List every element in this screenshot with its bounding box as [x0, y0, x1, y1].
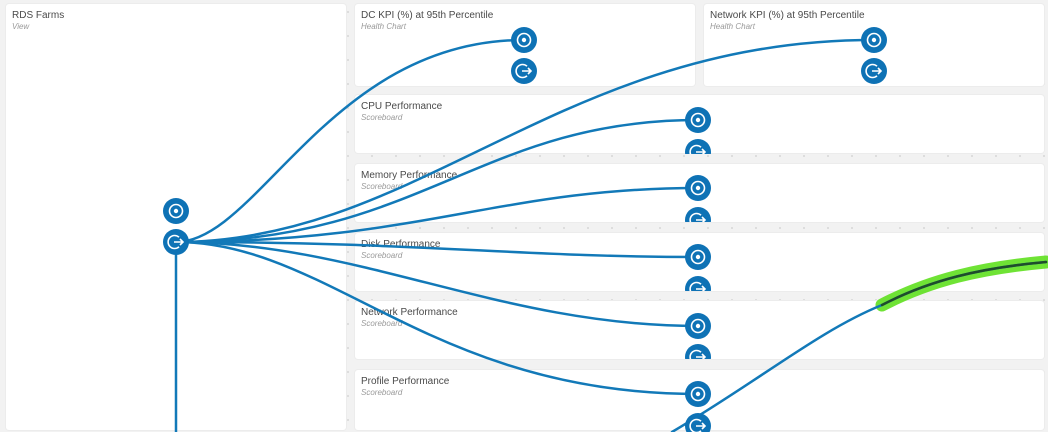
arrow-out-icon[interactable]	[685, 139, 711, 154]
widget-title: Disk Performance	[361, 239, 441, 250]
widget-type: Scoreboard	[361, 251, 403, 260]
target-icon[interactable]	[685, 175, 711, 201]
output-node-clip	[685, 344, 711, 359]
widget-type: Health Chart	[361, 22, 406, 31]
widget-type: Health Chart	[710, 22, 755, 31]
target-icon[interactable]	[685, 244, 711, 270]
widget-title: CPU Performance	[361, 101, 443, 112]
arrow-out-icon[interactable]	[163, 229, 189, 255]
output-node-clip	[685, 276, 711, 291]
widget-type: Scoreboard	[361, 388, 403, 397]
widget-title: Network KPI (%) at 95th Percentile	[710, 10, 865, 21]
output-node-clip	[685, 207, 711, 222]
widget-title: Network Performance	[361, 307, 458, 318]
arrow-out-icon[interactable]	[685, 276, 711, 291]
target-icon[interactable]	[685, 107, 711, 133]
arrow-out-icon[interactable]	[861, 58, 887, 84]
output-node-clip	[685, 139, 711, 154]
widget-type: Scoreboard	[361, 319, 403, 328]
output-node-clip	[685, 413, 711, 432]
arrow-out-icon[interactable]	[685, 344, 711, 359]
widget-title: Profile Performance	[361, 376, 450, 387]
widget-type: Scoreboard	[361, 113, 403, 122]
target-icon[interactable]	[163, 198, 189, 224]
target-icon[interactable]	[861, 27, 887, 53]
arrow-out-icon[interactable]	[511, 58, 537, 84]
target-icon[interactable]	[685, 381, 711, 407]
arrow-out-icon[interactable]	[685, 413, 711, 432]
widget-type: Scoreboard	[361, 182, 403, 191]
arrow-out-icon[interactable]	[685, 207, 711, 222]
widget-title: RDS Farms	[12, 10, 65, 21]
widget-title: DC KPI (%) at 95th Percentile	[361, 10, 494, 21]
widget-title: Memory Performance	[361, 170, 458, 181]
widget-type: View	[12, 22, 30, 31]
target-icon[interactable]	[511, 27, 537, 53]
target-icon[interactable]	[685, 313, 711, 339]
